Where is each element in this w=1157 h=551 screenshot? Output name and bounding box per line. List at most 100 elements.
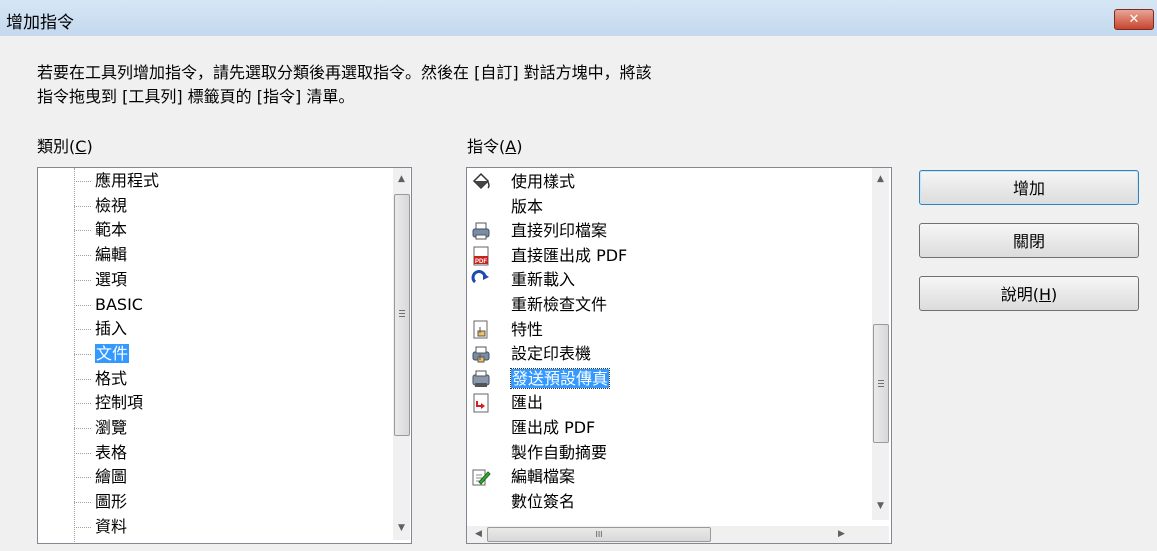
tree-branch-line xyxy=(74,205,91,208)
category-item-label: 表格 xyxy=(95,442,128,462)
command-item-label: 匯出 xyxy=(511,393,544,413)
close-window-button[interactable]: ✕ xyxy=(1114,9,1154,30)
scroll-up-arrow-icon[interactable]: ▲ xyxy=(872,171,889,188)
tree-branch-line xyxy=(74,477,91,479)
help-button[interactable]: 說明(H) xyxy=(919,276,1139,311)
command-item[interactable]: 發送預設傳真 xyxy=(509,367,611,391)
command-item[interactable]: 直接列印檔案 xyxy=(511,219,607,243)
tree-branch-line xyxy=(74,304,91,307)
svg-text:PDF: PDF xyxy=(475,259,487,265)
category-item-label: 檢視 xyxy=(95,195,128,215)
command-item-label: 重新檢查文件 xyxy=(511,295,608,314)
category-item-label: 應用程式 xyxy=(95,171,160,190)
scroll-up-arrow-icon[interactable]: ▲ xyxy=(393,171,410,188)
properties-icon xyxy=(471,320,491,340)
command-item[interactable]: 重新檢查文件 xyxy=(511,293,607,317)
scroll-down-arrow-icon[interactable]: ▼ xyxy=(872,498,889,515)
command-item-label: 編輯檔案 xyxy=(511,467,576,487)
command-item-label: 匯出成 PDF xyxy=(511,418,596,437)
tree-branch-line xyxy=(74,181,91,183)
close-button[interactable]: 關閉 xyxy=(919,223,1139,258)
tree-branch-line xyxy=(74,452,91,455)
category-item[interactable]: 瀏覽 xyxy=(95,416,127,440)
category-item-label: BASIC xyxy=(95,294,143,314)
category-item[interactable]: 應用程式 xyxy=(95,169,159,193)
category-item-label: 編輯 xyxy=(95,245,128,265)
category-item[interactable]: 圖形 xyxy=(95,490,127,514)
command-item[interactable]: 製作自動摘要 xyxy=(511,441,607,465)
tree-branch-line xyxy=(74,526,91,529)
category-item[interactable]: BASIC xyxy=(95,293,143,317)
command-item[interactable]: 特性 xyxy=(511,318,543,342)
command-item-label: 直接列印檔案 xyxy=(511,221,608,241)
category-item-label: 格式 xyxy=(95,368,128,388)
command-item[interactable]: 設定印表機 xyxy=(511,342,591,366)
category-item-label: 圖形 xyxy=(95,492,128,512)
command-listbox[interactable]: 使用樣式 版本直接列印檔案 PDF 直接匯出成 PDF 重新載入重新檢查文件 特性設定印表… xyxy=(466,167,892,544)
command-scrollbar[interactable]: ▲ ▼ xyxy=(872,168,889,520)
command-item-label: 製作自動摘要 xyxy=(511,442,608,462)
scroll-thumb[interactable] xyxy=(873,324,889,443)
category-item[interactable]: 編輯 xyxy=(95,243,127,267)
command-label: 指令(A) xyxy=(467,137,523,156)
command-item[interactable]: 直接匯出成 PDF xyxy=(511,244,627,268)
category-item[interactable]: 範本 xyxy=(95,218,127,242)
category-item[interactable]: 控制項 xyxy=(95,391,143,415)
command-item-label: 重新載入 xyxy=(511,270,576,290)
command-item[interactable]: 重新載入 xyxy=(511,268,575,292)
category-item[interactable]: 檢視 xyxy=(95,194,127,218)
tree-branch-line xyxy=(74,279,91,282)
fax-icon xyxy=(471,369,491,389)
category-item[interactable]: 繪圖 xyxy=(95,465,127,489)
scroll-thumb[interactable] xyxy=(394,194,410,436)
category-item[interactable]: 格式 xyxy=(95,367,127,391)
command-item[interactable]: 匯出成 PDF xyxy=(511,416,595,440)
scroll-down-arrow-icon[interactable]: ▼ xyxy=(393,520,410,537)
category-item-label: 文件 xyxy=(95,343,130,363)
edit-file-icon xyxy=(471,467,491,487)
category-item-label: 選項 xyxy=(95,269,128,289)
tree-branch-line xyxy=(74,378,91,381)
command-item-label: 特性 xyxy=(511,319,544,339)
category-item[interactable]: 選項 xyxy=(95,268,127,292)
command-item-label: 發送預設傳真 xyxy=(509,367,611,389)
category-item-label: 繪圖 xyxy=(95,467,128,487)
command-horizontal-scrollbar[interactable]: ◀ III ▶ xyxy=(467,526,872,543)
add-button[interactable]: 增加 xyxy=(919,170,1139,205)
command-item[interactable]: 使用樣式 xyxy=(511,170,575,194)
category-scrollbar[interactable]: ▲ ▼ xyxy=(393,168,410,540)
tree-branch-line xyxy=(74,329,91,331)
command-item-label: 數位簽名 xyxy=(511,491,576,511)
tree-branch-line xyxy=(74,353,91,356)
category-listbox[interactable]: 應用程式檢視範本編輯選項 BASIC 插入文件格式控制項瀏覽表格繪圖圖形資料 ▲ ▼ xyxy=(37,167,412,544)
category-item[interactable]: 資料 xyxy=(95,515,127,539)
tree-branch-line xyxy=(74,403,91,405)
category-item[interactable]: 表格 xyxy=(95,441,127,465)
category-item-label: 瀏覽 xyxy=(95,418,128,437)
command-item-label: 直接匯出成 PDF xyxy=(511,245,628,265)
command-item[interactable]: 版本 xyxy=(511,195,543,219)
title-bar: 增加指令 ✕ xyxy=(0,0,1157,36)
close-icon: ✕ xyxy=(1128,12,1140,27)
printer-setup-icon xyxy=(471,344,491,364)
scroll-left-arrow-icon[interactable]: ◀ xyxy=(470,526,487,543)
category-item[interactable]: 插入 xyxy=(95,317,127,341)
printer-icon xyxy=(471,221,491,241)
tree-branch-line xyxy=(74,230,91,232)
command-item[interactable]: 編輯檔案 xyxy=(511,465,575,489)
category-item-label: 插入 xyxy=(95,319,128,339)
instruction-line-2: 指令拖曳到 [工具列] 標籤頁的 [指令] 清單。 xyxy=(37,87,355,106)
command-item-label: 設定印表機 xyxy=(511,344,592,364)
scroll-right-arrow-icon[interactable]: ▶ xyxy=(833,526,850,543)
command-item-label: 版本 xyxy=(511,196,544,216)
command-item[interactable]: 匯出 xyxy=(511,391,543,415)
paint-bucket-icon xyxy=(471,172,491,192)
category-item[interactable]: 文件 xyxy=(95,342,130,366)
horizontal-scroll-thumb[interactable]: III xyxy=(487,527,711,542)
scroll-corner xyxy=(872,526,889,543)
category-item-label: 範本 xyxy=(95,220,128,240)
category-item-label: 控制項 xyxy=(95,393,144,413)
export-icon xyxy=(471,393,491,413)
command-item[interactable]: 數位簽名 xyxy=(511,490,575,514)
instruction-line-1: 若要在工具列增加指令，請先選取分類後再選取指令。然後在 [自訂] 對話方塊中，將… xyxy=(37,63,652,82)
